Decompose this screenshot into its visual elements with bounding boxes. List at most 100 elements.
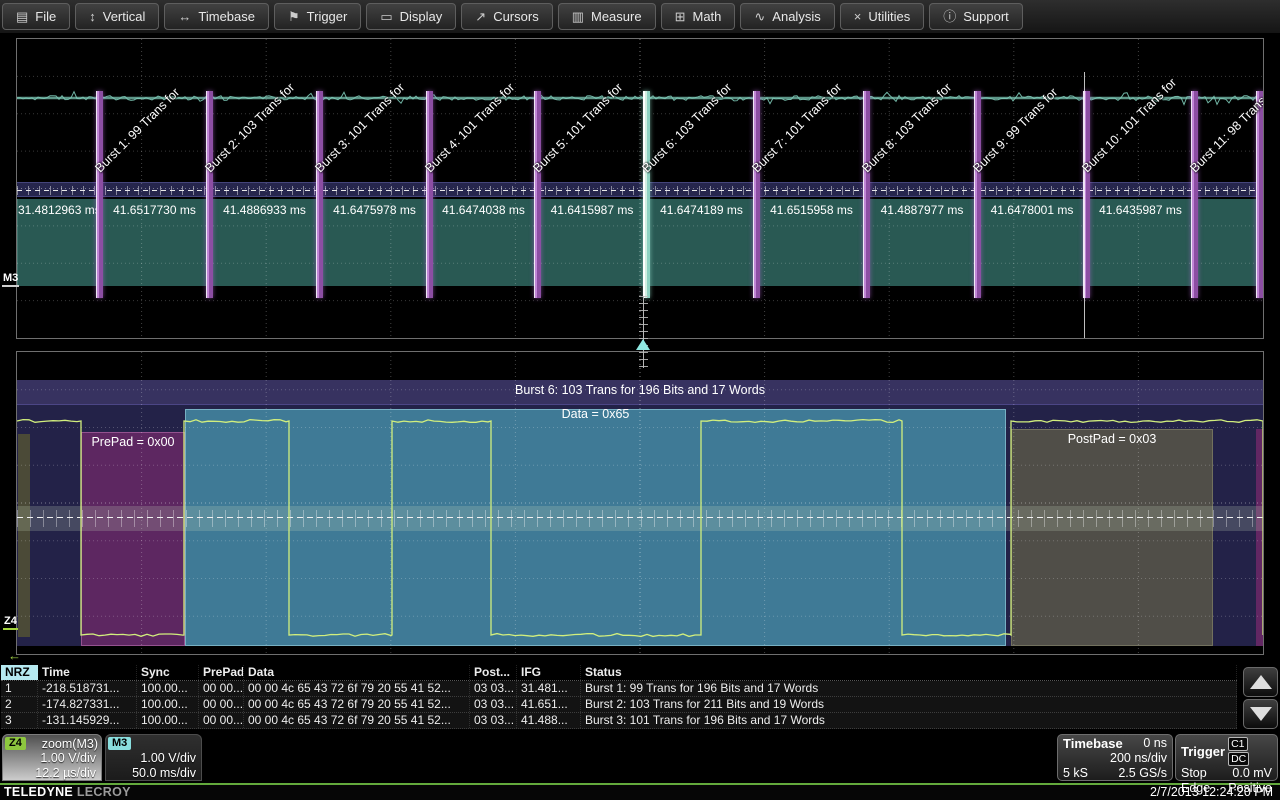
menu-label: Utilities <box>868 9 910 24</box>
column-header[interactable]: PrePad <box>199 665 244 680</box>
table-cell: 03 03... <box>470 713 517 728</box>
cursors-icon: ↗ <box>475 10 486 23</box>
menu-label: Trigger <box>307 9 348 24</box>
burst-marker-8 <box>863 91 870 298</box>
z4-trace-descriptor[interactable]: Z4 zoom(M3) 1.00 V/div 12.2 µs/div <box>2 734 102 781</box>
burst-marker-2 <box>206 91 213 298</box>
column-header[interactable]: Post... <box>470 665 517 680</box>
m3-badge: M3 <box>108 737 131 750</box>
table-cell: 00 00 4c 65 43 72 6f 79 20 55 41 52... <box>244 681 470 696</box>
brand-logo: TELEDYNE LECROY <box>4 785 131 799</box>
menu-bar: ▤File↕Vertical↔Timebase⚑Trigger▭Display↗… <box>0 0 1280 34</box>
postpad-label: PostPad = 0x03 <box>1011 432 1213 446</box>
menu-button-math[interactable]: ⊞ Math <box>661 3 736 30</box>
timebase-samples: 5 kS <box>1063 766 1088 781</box>
file-icon: ▤ <box>16 10 28 23</box>
table-cell: 00 00... <box>199 713 244 728</box>
table-row[interactable]: 2-174.827331...100.00...00 00...00 00 4c… <box>1 697 1237 713</box>
trigger-icon: ⚑ <box>288 10 300 23</box>
menu-button-file[interactable]: ▤ File <box>2 3 70 30</box>
timebase-rate: 2.5 GS/s <box>1118 766 1167 781</box>
menu-label: Analysis <box>772 9 820 24</box>
table-cell: 03 03... <box>470 697 517 712</box>
burst-marker-6 <box>643 91 650 298</box>
menu-label: Measure <box>591 9 642 24</box>
z4-waveform-trace <box>17 352 1263 654</box>
table-scroll-up-button[interactable] <box>1243 667 1278 697</box>
utilities-icon: × <box>854 10 862 23</box>
burst-marker-7 <box>753 91 760 298</box>
m3-trace-descriptor[interactable]: M3 1.00 V/div 50.0 ms/div <box>105 734 202 781</box>
graticule <box>17 39 1263 338</box>
table-cell: 100.00... <box>137 697 199 712</box>
support-icon: ⓘ <box>943 10 956 23</box>
down-arrow-icon <box>1250 707 1272 721</box>
menu-label: Vertical <box>103 9 146 24</box>
burst-marker-3 <box>316 91 323 298</box>
table-cell: Burst 1: 99 Trans for 196 Bits and 17 Wo… <box>581 681 1237 696</box>
menu-label: Support <box>963 9 1009 24</box>
m3-channel-label[interactable]: M3 <box>2 272 19 287</box>
table-cell: 03 03... <box>470 681 517 696</box>
upper-waveform-grid[interactable]: 31.4812963 ms41.6517730 ms41.4886933 ms4… <box>16 38 1264 339</box>
trigger-descriptor[interactable]: Trigger C1 DC Stop 0.0 mV Edge Positive <box>1175 734 1278 781</box>
column-header[interactable]: NRZ <box>1 665 38 680</box>
menu-label: Math <box>692 9 721 24</box>
display-icon: ▭ <box>380 10 392 23</box>
menu-label: File <box>35 9 56 24</box>
menu-button-display[interactable]: ▭Display <box>366 3 456 30</box>
table-cell: -174.827331... <box>38 697 137 712</box>
table-cell: 2 <box>1 697 38 712</box>
oscilloscope-screen: ▤File↕Vertical↔Timebase⚑Trigger▭Display↗… <box>0 0 1280 800</box>
burst-marker-cursor-line <box>1084 72 1085 338</box>
column-header[interactable]: Status <box>581 665 1237 680</box>
menu-button-support[interactable]: ⓘ Support <box>929 3 1023 30</box>
menu-label: Timebase <box>198 9 255 24</box>
timebase-offset: 0 ns <box>1143 736 1167 751</box>
trigger-position-marker[interactable] <box>636 339 650 350</box>
table-cell: 41.651... <box>517 697 581 712</box>
trigger-coupling-badge: DC <box>1228 752 1249 766</box>
timebase-icon: ↔ <box>178 10 191 23</box>
timebase-scale: 200 ns/div <box>1110 751 1167 766</box>
menu-button-measure[interactable]: ▥Measure <box>558 3 656 30</box>
menu-button-timebase[interactable]: ↔ Timebase <box>164 3 269 30</box>
trigger-type: Edge <box>1181 781 1210 796</box>
zoom-waveform-grid[interactable]: Burst 6: 103 Trans for 196 Bits and 17 W… <box>16 351 1264 655</box>
table-cell: 1 <box>1 681 38 696</box>
table-cell: 3 <box>1 713 38 728</box>
z4-badge: Z4 <box>5 737 26 750</box>
menu-button-utilities[interactable]: × Utilities <box>840 3 925 30</box>
trigger-source-badge: C1 <box>1228 737 1247 751</box>
table-header-row: NRZTimeSyncPrePadDataPost...IFGStatus <box>1 665 1237 681</box>
vertical-icon: ↕ <box>89 10 96 23</box>
scroll-left-arrow-icon[interactable]: ← <box>8 648 21 663</box>
table-cell: 41.488... <box>517 713 581 728</box>
column-header[interactable]: Sync <box>137 665 199 680</box>
z4-tdiv: 12.2 µs/div <box>2 766 102 781</box>
burst-marker-5 <box>534 91 541 298</box>
menu-button-analysis[interactable]: ∿Analysis <box>740 3 834 30</box>
table-row[interactable]: 3-131.145929...100.00...00 00...00 00 4c… <box>1 713 1237 729</box>
timebase-descriptor[interactable]: Timebase 0 ns 200 ns/div 5 kS 2.5 GS/s <box>1057 734 1173 781</box>
table-cell: 100.00... <box>137 713 199 728</box>
column-header[interactable]: IFG <box>517 665 581 680</box>
menu-button-vertical[interactable]: ↕ Vertical <box>75 3 159 30</box>
menu-button-trigger[interactable]: ⚑ Trigger <box>274 3 361 30</box>
table-scroll-down-button[interactable] <box>1243 699 1278 729</box>
table-row[interactable]: 1-218.518731...100.00...00 00...00 00 4c… <box>1 681 1237 697</box>
menu-button-cursors[interactable]: ↗Cursors <box>461 3 552 30</box>
math-icon: ⊞ <box>675 10 686 23</box>
trigger-title: Trigger <box>1181 744 1225 759</box>
trigger-mode: Stop <box>1181 766 1207 781</box>
column-header[interactable]: Data <box>244 665 470 680</box>
z4-channel-label[interactable]: Z4 <box>3 615 18 630</box>
center-time-axis <box>639 296 648 368</box>
table-cell: -218.518731... <box>38 681 137 696</box>
footer-bar: TELEDYNE LECROY 2/7/2013 12:24:20 PM <box>0 785 1280 800</box>
column-header[interactable]: Time <box>38 665 137 680</box>
z4-vdiv: 1.00 V/div <box>2 751 102 766</box>
up-arrow-icon <box>1250 675 1272 689</box>
prepad-label: PrePad = 0x00 <box>75 435 191 449</box>
table-cell: 00 00... <box>199 681 244 696</box>
